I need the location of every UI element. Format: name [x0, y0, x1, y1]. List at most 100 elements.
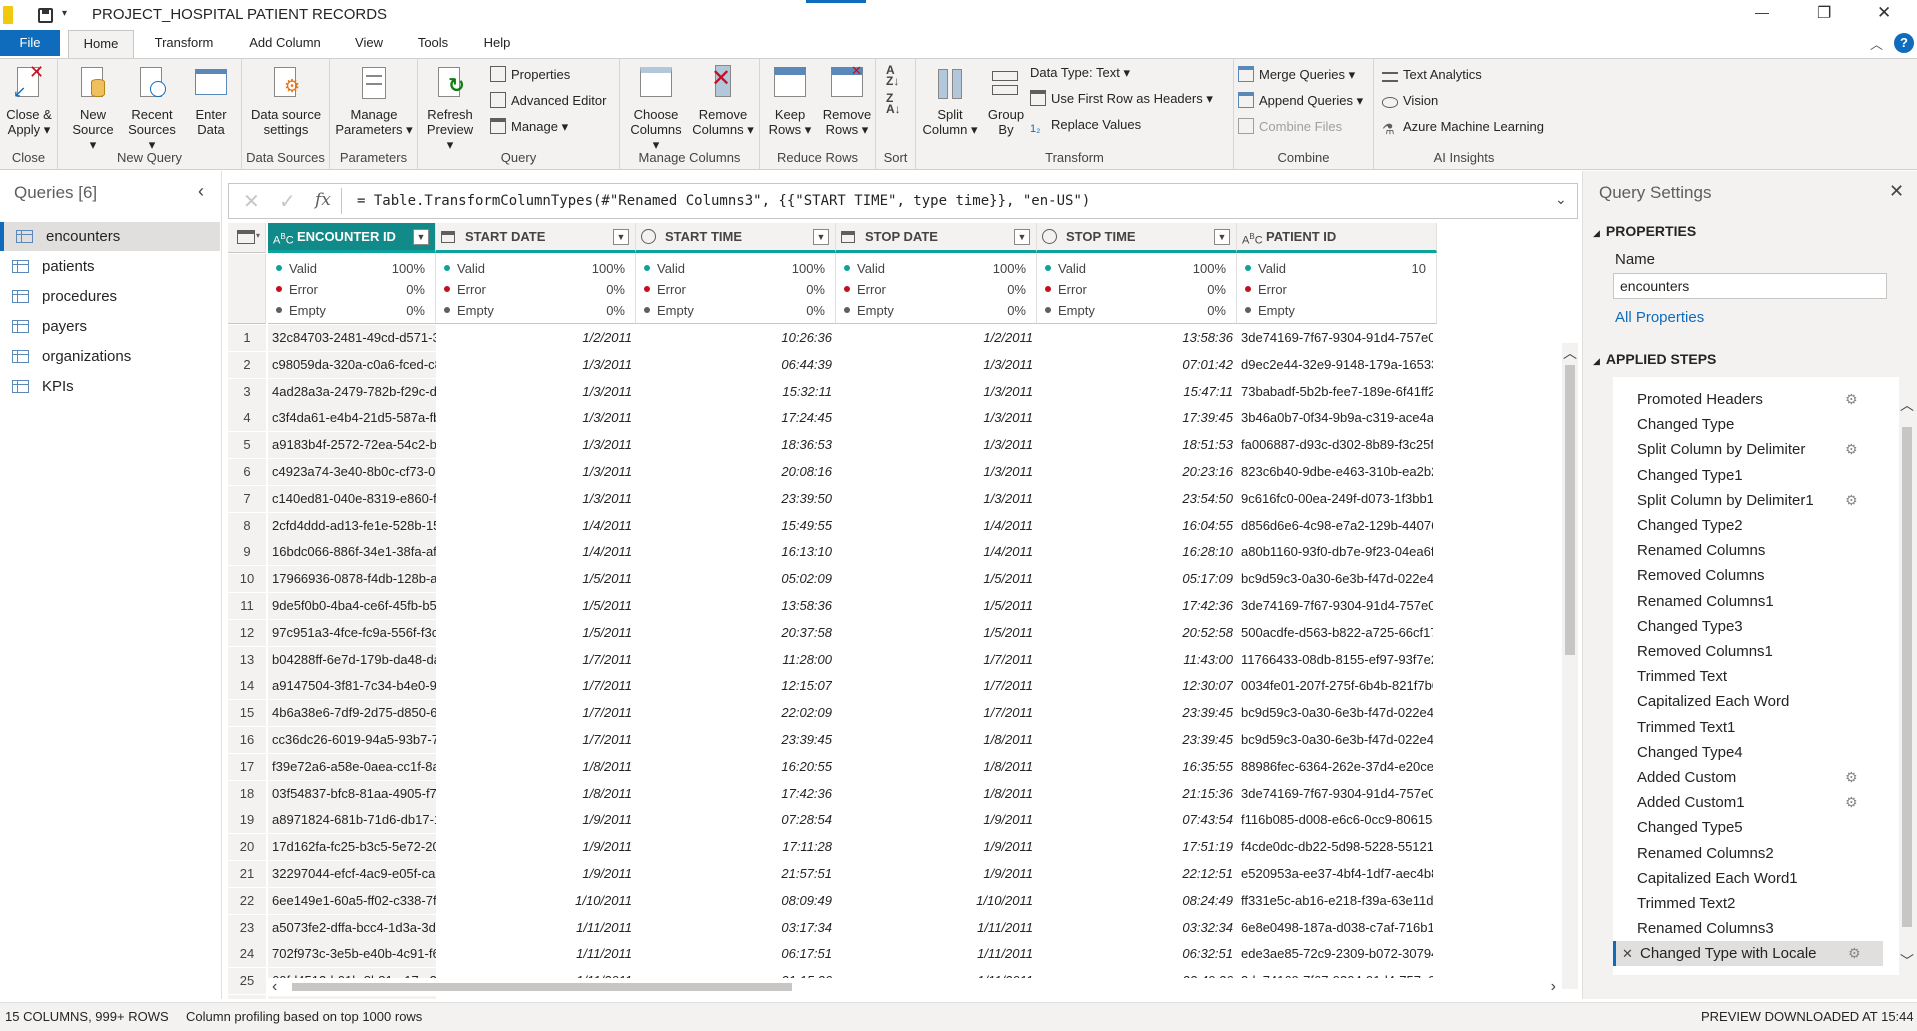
row-number[interactable]: 19 [228, 807, 266, 834]
expand-formula-icon[interactable]: ⌄ [1555, 191, 1567, 208]
table-cell[interactable]: 1/11/2011 [840, 941, 1033, 967]
step-settings-gear-icon[interactable]: ⚙ [1848, 946, 1862, 960]
column-filter-dropdown-icon[interactable]: ▼ [413, 229, 429, 245]
table-cell[interactable]: 2cfd4ddd-ad13-fe1e-528b-15051cea2ec3 [268, 512, 436, 539]
table-cell[interactable]: 07:28:54 [640, 807, 832, 833]
time-type-icon[interactable] [641, 229, 656, 244]
table-cell[interactable]: 07:43:54 [1041, 807, 1233, 833]
manage-parameters-button[interactable]: Manage Parameters ▾ [334, 63, 414, 137]
row-number[interactable]: 10 [228, 566, 266, 593]
column-filter-dropdown-icon[interactable]: ▼ [1214, 229, 1230, 245]
step-settings-gear-icon[interactable]: ⚙ [1845, 392, 1859, 406]
row-number[interactable]: 1 [228, 325, 266, 351]
applied-step[interactable]: Split Column by Delimiter1 ⚙ [1613, 488, 1883, 513]
applied-step[interactable]: ✕ Changed Type with Locale ⚙ [1613, 941, 1883, 967]
append-queries-button[interactable]: Append Queries ▾ [1238, 91, 1363, 111]
column-header[interactable]: ABC PATIENT ID [1237, 223, 1437, 253]
query-item-kpis[interactable]: KPIs [0, 372, 220, 401]
table-cell[interactable]: 1/3/2011 [440, 352, 632, 378]
row-number[interactable]: 21 [228, 861, 266, 887]
scroll-right-icon[interactable]: › [1551, 978, 1556, 996]
table-cell[interactable]: 3b46a0b7-0f34-9b9a-c319-ace4a1f [1241, 405, 1433, 431]
tab-file[interactable]: File [0, 30, 60, 56]
table-cell[interactable]: 823c6b40-9dbe-e463-310b-ea2b23 [1241, 459, 1433, 485]
scroll-thumb[interactable] [1565, 365, 1575, 655]
table-cell[interactable]: fa006887-d93c-d302-8b89-f3c25f8 [1241, 432, 1433, 458]
applied-step[interactable]: Trimmed Text2 [1613, 891, 1883, 916]
refresh-preview-button[interactable]: ↻ Refresh Preview ▾ [422, 63, 478, 152]
tab-add-column[interactable]: Add Column [240, 30, 330, 56]
column-quality-profile[interactable]: Valid 100% Error 0% Empty 0% [636, 254, 836, 324]
choose-columns-button[interactable]: Choose Columns ▾ [626, 63, 686, 152]
table-cell[interactable]: 23:54:50 [1041, 486, 1233, 512]
table-cell[interactable]: 1/10/2011 [840, 888, 1033, 914]
table-cell[interactable]: 1/2/2011 [440, 325, 632, 351]
steps-scrollbar[interactable]: ︿ ﹀ [1899, 377, 1915, 975]
row-number[interactable]: 11 [228, 593, 266, 619]
new-source-button[interactable]: New Source ▾ [68, 63, 118, 152]
table-cell[interactable]: 1/4/2011 [840, 513, 1033, 539]
table-cell[interactable]: 17:11:28 [640, 834, 832, 860]
horizontal-scrollbar[interactable]: ‹ › [268, 978, 1560, 996]
column-header[interactable]: START DATE ▼ [436, 223, 636, 253]
table-cell[interactable]: 6ee149e1-60a5-ff02-c338-7f0773f56d5a [268, 887, 436, 914]
steps-scroll-up-icon[interactable]: ︿ [1900, 395, 1914, 415]
table-cell[interactable]: 1/3/2011 [440, 459, 632, 485]
table-cell[interactable]: 1/5/2011 [440, 566, 632, 592]
table-cell[interactable]: 03:32:34 [1041, 915, 1233, 941]
table-cell[interactable]: 1/9/2011 [840, 807, 1033, 833]
applied-step[interactable]: Added Custom ⚙ [1613, 765, 1883, 790]
table-cell[interactable]: 1/7/2011 [440, 647, 632, 673]
table-cell[interactable]: 32297044-efcf-4ac9-e05f-ca93645c3a8b [268, 861, 436, 887]
formula-input[interactable]: = Table.TransformColumnTypes(#"Renamed C… [357, 193, 1090, 209]
table-cell[interactable]: 17:24:45 [640, 405, 832, 431]
applied-step[interactable]: Promoted Headers ⚙ [1613, 387, 1883, 412]
table-cell[interactable]: d856d6e6-4c98-e7a2-129b-44076c [1241, 513, 1433, 539]
table-cell[interactable]: 1/7/2011 [840, 647, 1033, 673]
table-cell[interactable]: 1/9/2011 [840, 861, 1033, 887]
table-cell[interactable]: 97c951a3-4fce-fc9a-556f-f3c14677fec9 [268, 619, 436, 646]
table-cell[interactable]: c3f4da61-e4b4-21d5-587a-fbc89943bc19 [268, 405, 436, 432]
table-cell[interactable]: a80b1160-93f0-db7e-9f23-04ea6fd [1241, 539, 1433, 565]
table-cell[interactable]: 0034fe01-207f-275f-6b4b-821f7b0 [1241, 673, 1433, 699]
table-cell[interactable]: 1/7/2011 [440, 673, 632, 699]
row-number[interactable]: 25 [228, 968, 266, 995]
table-cell[interactable]: 1/8/2011 [440, 781, 632, 807]
data-source-settings-button[interactable]: ⚙ Data source settings [244, 63, 328, 137]
tab-tools[interactable]: Tools [410, 30, 456, 56]
table-cell[interactable]: a5073fe2-dffa-bcc4-1d3a-3db7c9c36427 [268, 914, 436, 941]
applied-step[interactable]: Changed Type [1613, 412, 1883, 437]
table-cell[interactable]: 23:39:45 [1041, 700, 1233, 726]
column-header[interactable]: ABC ENCOUNTER ID ▼ [268, 223, 436, 253]
table-cell[interactable]: 3de74169-7f67-9304-91d4-757e0f3 [1241, 781, 1433, 807]
table-cell[interactable]: 3de74169-7f67-9304-91d4-757e0f3 [1241, 325, 1433, 351]
table-cell[interactable]: 17:39:45 [1041, 405, 1233, 431]
table-cell[interactable]: 4b6a38e6-7df9-2d75-d850-6bd662f3d05b [268, 700, 436, 727]
column-quality-profile[interactable]: Valid 10 Error Empty [1237, 254, 1437, 324]
table-cell[interactable]: 22:02:09 [640, 700, 832, 726]
table-cell[interactable]: 16:04:55 [1041, 513, 1233, 539]
table-cell[interactable]: bc9d59c3-0a30-6e3b-f47d-022e4f0 [1241, 566, 1433, 592]
table-cell[interactable]: 22:12:51 [1041, 861, 1233, 887]
tab-home[interactable]: Home [68, 30, 134, 58]
table-cell[interactable]: 13:58:36 [640, 593, 832, 619]
advanced-editor-button[interactable]: Advanced Editor [490, 91, 606, 111]
table-cell[interactable]: 17:42:36 [1041, 593, 1233, 619]
table-cell[interactable]: 1/3/2011 [440, 486, 632, 512]
table-cell[interactable]: 1/9/2011 [840, 834, 1033, 860]
table-cell[interactable]: 1/3/2011 [840, 459, 1033, 485]
keep-rows-button[interactable]: Keep Rows ▾ [764, 63, 816, 137]
table-cell[interactable]: 16:20:55 [640, 754, 832, 780]
row-number[interactable]: 26 [228, 995, 266, 999]
quick-access-dropdown-icon[interactable]: ▾ [62, 8, 67, 19]
row-number[interactable]: 12 [228, 619, 266, 646]
table-cell[interactable]: 1/3/2011 [840, 352, 1033, 378]
table-cell[interactable]: 08:24:49 [1041, 888, 1233, 914]
query-item-patients[interactable]: patients [0, 252, 220, 281]
applied-step[interactable]: Capitalized Each Word1 [1613, 866, 1883, 891]
column-filter-dropdown-icon[interactable]: ▼ [1014, 229, 1030, 245]
row-number[interactable]: 13 [228, 646, 266, 673]
table-cell[interactable]: 06:44:39 [640, 352, 832, 378]
table-cell[interactable]: a8971824-681b-71d6-db17-121472efe69f [268, 807, 436, 834]
table-cell[interactable]: 23:39:45 [640, 727, 832, 753]
